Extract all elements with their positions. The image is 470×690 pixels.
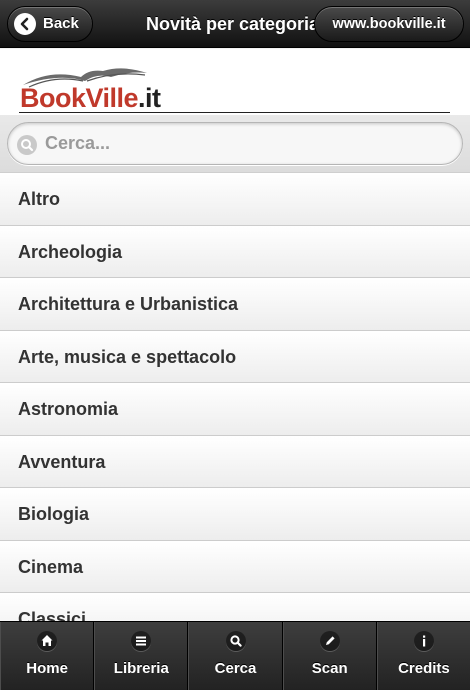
list-item[interactable]: Archeologia: [0, 225, 470, 278]
logo-wordmark: BookVille.it: [20, 83, 161, 113]
list-item[interactable]: Altro: [0, 173, 470, 226]
tab-cerca[interactable]: Cerca: [188, 622, 283, 690]
bookville-logo: BookVille.it: [19, 63, 189, 113]
search-input[interactable]: [45, 127, 445, 159]
header-bar: Back Novità per categoria www.bookville.…: [0, 0, 470, 48]
tab-home[interactable]: Home: [0, 622, 95, 690]
website-link-button[interactable]: www.bookville.it: [314, 6, 464, 42]
home-icon: [37, 631, 58, 651]
tab-cerca-label: Cerca: [214, 660, 257, 677]
logo-divider: [19, 112, 450, 113]
page-title: Novità per categoria: [146, 14, 316, 34]
back-button-label: Back: [43, 15, 79, 32]
back-button[interactable]: Back: [7, 6, 93, 42]
bottom-tab-bar: Home Libreria Cerca Scan Credits: [0, 621, 470, 690]
list-item[interactable]: Avventura: [0, 435, 470, 488]
info-icon: [413, 631, 434, 651]
tab-libreria-label: Libreria: [113, 660, 169, 677]
list-item[interactable]: Classici: [0, 593, 470, 621]
search-bar: [0, 115, 470, 173]
tab-scan[interactable]: Scan: [282, 622, 377, 690]
list-item[interactable]: Architettura e Urbanistica: [0, 278, 470, 331]
list-icon: [131, 631, 152, 651]
list-item[interactable]: Biologia: [0, 488, 470, 541]
category-list: Altro Archeologia Architettura e Urbanis…: [0, 173, 470, 621]
search-icon: [17, 135, 37, 155]
tab-scan-label: Scan: [311, 660, 348, 677]
list-item[interactable]: Cinema: [0, 540, 470, 593]
search-field[interactable]: [7, 122, 463, 165]
search-icon: [225, 631, 246, 651]
list-item[interactable]: Astronomia: [0, 383, 470, 436]
tab-home-label: Home: [26, 660, 68, 677]
back-arrow-icon: [14, 13, 36, 35]
tab-libreria[interactable]: Libreria: [94, 622, 189, 690]
tab-credits[interactable]: Credits: [376, 622, 470, 690]
pencil-icon: [319, 631, 340, 651]
tab-credits-label: Credits: [398, 660, 450, 677]
logo-area: BookVille.it: [0, 49, 470, 115]
list-item[interactable]: Arte, musica e spettacolo: [0, 330, 470, 383]
